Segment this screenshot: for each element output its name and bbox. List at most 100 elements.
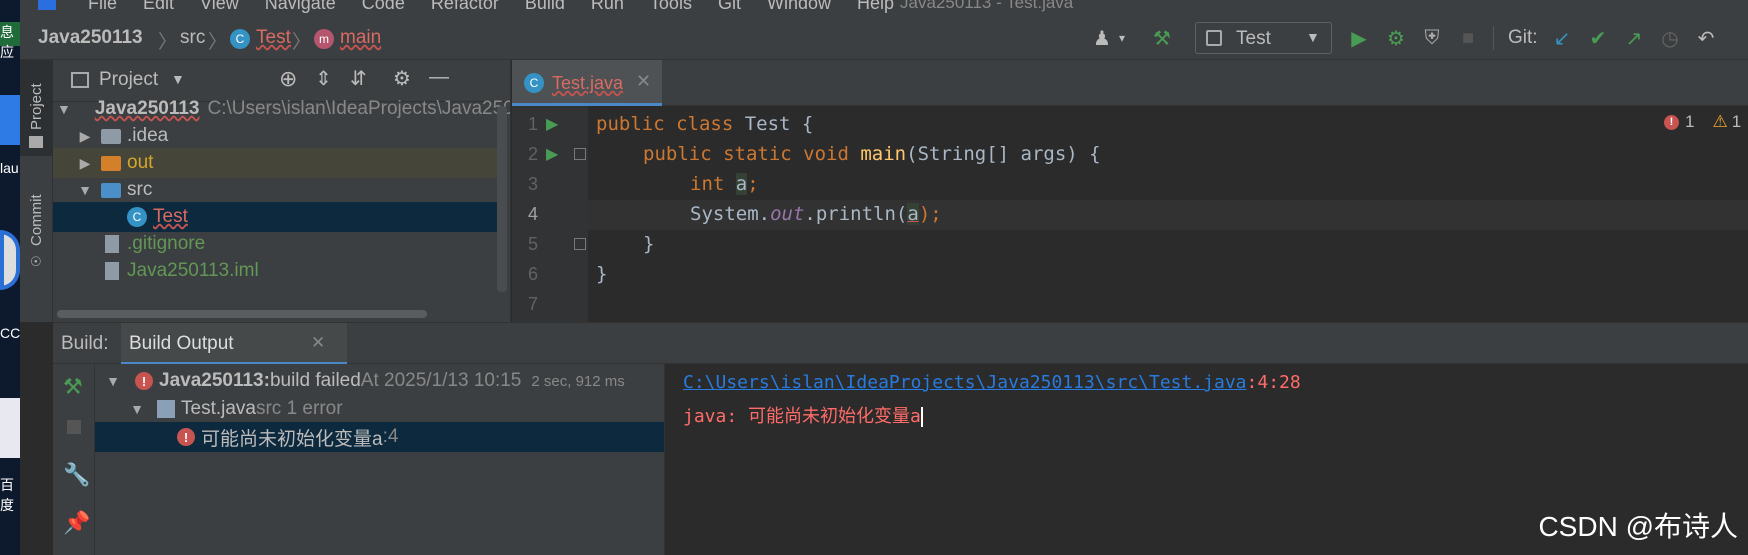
stop-icon[interactable]: [67, 420, 81, 434]
chevron-down-icon[interactable]: ▼: [171, 71, 185, 87]
build-row-file[interactable]: ▼ Test.java src 1 error: [95, 394, 664, 424]
build-row-error[interactable]: ! 可能尚未初始化变量a :4: [95, 422, 664, 452]
run-gutter-icon[interactable]: ▶: [546, 114, 558, 134]
menu-items: File Edit View Navigate Code Refactor Bu…: [88, 0, 920, 14]
rollback-icon[interactable]: ↶: [1694, 26, 1718, 50]
tree-item-test[interactable]: C Test: [53, 202, 503, 232]
commit-tool-tab[interactable]: Commit ☉: [20, 178, 53, 278]
code-line-5[interactable]: }: [596, 233, 654, 255]
menu-git[interactable]: Git: [718, 0, 741, 14]
tree-item-gitignore[interactable]: .gitignore: [53, 229, 503, 259]
code-line-4[interactable]: System.out.println(a);: [596, 203, 942, 225]
chevron-down-icon[interactable]: ▼: [57, 101, 71, 117]
output-line-error[interactable]: java: 可能尚未初始化变量a: [683, 402, 923, 428]
error-icon: !: [135, 372, 153, 390]
build-hammer-icon[interactable]: ⚒: [1150, 26, 1174, 50]
editor-tab-test[interactable]: C Test.java ✕: [512, 60, 662, 106]
code-token: (String[] args) {: [906, 143, 1101, 165]
chevron-down-icon[interactable]: ▼: [105, 373, 121, 389]
fold-icon[interactable]: [574, 238, 586, 250]
code-line-1[interactable]: public class Test {: [596, 113, 813, 135]
fold-icon[interactable]: [574, 148, 586, 160]
git-update-icon[interactable]: ↙: [1550, 26, 1574, 50]
tree-item-label: Test: [153, 206, 188, 227]
build-row-root[interactable]: ▼ ! Java250113: build failed At 2025/1/1…: [95, 366, 664, 396]
project-panel: Project ▼ ⊕ ⇕ ⇵ ⚙ — ▼ Java250113 C:\User…: [53, 60, 511, 322]
chevron-down-icon[interactable]: ▼: [129, 401, 145, 417]
history-icon[interactable]: ◷: [1658, 26, 1682, 50]
breadcrumb-class[interactable]: Test: [256, 27, 291, 49]
menu-code[interactable]: Code: [362, 0, 405, 14]
gear-icon[interactable]: ⚙: [393, 66, 411, 91]
tree-item-idea[interactable]: ▶ .idea: [53, 121, 503, 151]
breadcrumb-folder[interactable]: src: [180, 27, 205, 49]
menu-help[interactable]: Help: [857, 0, 894, 14]
menu-run[interactable]: Run: [591, 0, 624, 14]
code-editor: C Test.java ✕ 1 2 3 4 5 6 7 ▶ ▶ public c…: [512, 60, 1748, 322]
project-panel-title[interactable]: Project: [99, 69, 158, 91]
git-push-icon[interactable]: ↗: [1622, 26, 1646, 50]
code-line-6[interactable]: }: [596, 263, 607, 285]
code-line-2[interactable]: public static void main(String[] args) {: [596, 143, 1101, 165]
wrench-icon[interactable]: 🔧: [63, 462, 90, 488]
desktop-app-icon[interactable]: [0, 95, 20, 145]
desktop-app-icon[interactable]: [0, 398, 20, 458]
file-icon: [105, 235, 119, 253]
chevron-down-icon[interactable]: ▼: [77, 182, 93, 198]
coverage-icon[interactable]: ⛨: [1420, 26, 1444, 50]
pin-icon[interactable]: 📌: [63, 510, 90, 536]
code-token: out: [770, 203, 805, 225]
tree-item-iml[interactable]: Java250113.iml: [53, 256, 503, 286]
menu-edit[interactable]: Edit: [143, 0, 174, 14]
tree-item-src[interactable]: ▼ src: [53, 175, 503, 205]
debug-icon[interactable]: ⚙: [1384, 26, 1408, 50]
close-icon[interactable]: ✕: [636, 71, 651, 92]
build-time: At 2025/1/13 10:15: [360, 370, 522, 391]
git-commit-icon[interactable]: ✔: [1586, 26, 1610, 50]
expand-all-icon[interactable]: ⇕: [315, 66, 332, 91]
locate-icon[interactable]: ⊕: [279, 66, 297, 92]
build-hammer-icon[interactable]: ⚒: [63, 374, 83, 400]
code-line-3[interactable]: int a;: [596, 173, 759, 195]
run-gutter-icon[interactable]: ▶: [546, 144, 558, 164]
chevron-down-icon[interactable]: ▾: [1110, 26, 1134, 50]
chevron-right-icon[interactable]: ▶: [77, 155, 93, 172]
run-configuration-select[interactable]: Test ▼: [1195, 22, 1332, 54]
warning-count: 1: [1731, 112, 1742, 131]
desktop-app-icon[interactable]: [0, 230, 20, 290]
output-file-link[interactable]: C:\Users\islan\IdeaProjects\Java250113\s…: [683, 372, 1247, 393]
menu-refactor[interactable]: Refactor: [431, 0, 499, 14]
build-error-line: :4: [382, 426, 399, 447]
horizontal-scrollbar[interactable]: [57, 310, 427, 318]
tree-item-label: out: [127, 152, 154, 173]
tab-build-output[interactable]: Build Output ✕: [121, 323, 347, 365]
close-icon[interactable]: ✕: [311, 333, 325, 353]
vertical-scrollbar[interactable]: [497, 106, 507, 292]
tree-item-project-root[interactable]: ▼ Java250113 C:\Users\islan\IdeaProjects…: [53, 94, 510, 124]
stop-icon[interactable]: ■: [1456, 26, 1480, 50]
breadcrumb-project[interactable]: Java250113: [38, 27, 143, 49]
tree-item-out[interactable]: ▶ out: [53, 148, 503, 178]
app-logo-icon: [38, 0, 56, 10]
menu-window[interactable]: Window: [767, 0, 831, 14]
breadcrumb-method[interactable]: main: [340, 27, 381, 49]
minimize-icon[interactable]: —: [429, 66, 449, 89]
menu-tools[interactable]: Tools: [650, 0, 692, 14]
build-panel-header: Build: Build Output ✕: [53, 322, 1748, 365]
run-icon[interactable]: ▶: [1347, 26, 1371, 50]
build-status: build failed: [269, 370, 361, 391]
build-file-name: Test.java: [181, 398, 256, 419]
menu-build[interactable]: Build: [525, 0, 565, 14]
error-icon: !: [177, 428, 195, 446]
menu-navigate[interactable]: Navigate: [265, 0, 336, 14]
git-label: Git:: [1508, 27, 1538, 48]
project-tool-tab[interactable]: Project: [20, 60, 53, 156]
inspection-summary[interactable]: ! 1 ⚠ 1: [1664, 112, 1741, 132]
menu-view[interactable]: View: [200, 0, 239, 14]
collapse-all-icon[interactable]: ⇵: [350, 66, 367, 91]
chevron-right-icon[interactable]: ▶: [77, 128, 93, 145]
run-config-label: Test: [1236, 28, 1271, 49]
config-icon: [1206, 30, 1222, 46]
commit-tab-label: Commit: [28, 194, 45, 246]
menu-file[interactable]: File: [88, 0, 117, 14]
